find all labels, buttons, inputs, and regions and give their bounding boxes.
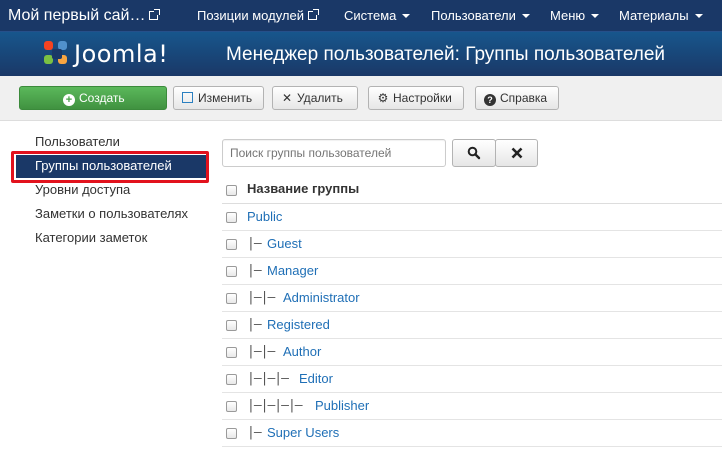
toolbar: + Создать Изменить ✕ Удалить ⚙ Настройки ? С… [0,76,722,121]
row-checkbox[interactable] [226,212,237,223]
table-row: |—|—|—|— Publisher [222,393,722,420]
clear-search-button[interactable] [495,139,538,167]
level-indent: |—|— [247,290,275,305]
nav-item-label: Материалы [619,8,689,23]
nav-item-content[interactable]: Материалы [619,0,703,31]
table-header: Название группы [222,177,722,204]
settings-button-label: Настройки [393,91,452,105]
level-indent: |—|— [247,344,275,359]
nav-item-label: Меню [550,8,586,23]
delete-button[interactable]: ✕ Удалить [272,86,358,110]
sidebar-item-access-levels[interactable]: Уровни доступа [35,180,130,200]
sidebar-item-users[interactable]: Пользователи [35,132,120,152]
gear-icon: ⚙ [377,91,389,105]
close-icon [511,147,522,159]
level-indent: |— [247,317,262,332]
nav-item-system[interactable]: Система [344,0,411,31]
level-indent: |— [247,263,262,278]
table-row: |— Manager [222,258,722,285]
row-checkbox[interactable] [226,401,237,412]
nav-item-menu[interactable]: Меню [550,0,600,31]
help-button[interactable]: ? Справка [475,86,559,110]
nav-item-label: Позиции модулей [197,8,304,23]
table-row: |—|— Author [222,339,722,366]
plus-circle-icon: + [63,94,75,106]
group-name-link[interactable]: Registered [267,317,330,332]
group-name-link[interactable]: Administrator [283,290,360,305]
page-title: Менеджер пользователей: Группы пользоват… [226,44,666,65]
group-name-link[interactable]: Editor [299,371,333,386]
group-name-link[interactable]: Super Users [267,425,339,440]
level-indent: |—|—|— [247,371,289,386]
search-input[interactable] [222,139,446,167]
external-link-icon [308,9,319,20]
row-checkbox[interactable] [226,374,237,385]
group-name-link[interactable]: Publisher [315,398,369,413]
column-header-group-name[interactable]: Название группы [247,181,359,196]
site-name-link[interactable]: Мой первый сай… [8,0,161,31]
site-name: Мой первый сай… [8,7,146,24]
page-header: Joomla! Менеджер пользователей: Группы п… [0,31,722,76]
top-navbar: Мой первый сай… Позиции модулей Система … [0,0,722,31]
external-link-icon [149,9,161,20]
group-name-link[interactable]: Manager [267,263,318,278]
sidebar-item-note-categories[interactable]: Категории заметок [35,228,147,248]
delete-x-icon: ✕ [281,91,293,105]
row-checkbox[interactable] [226,320,237,331]
table-row: |— Registered [222,312,722,339]
search-icon [467,146,481,160]
create-button-label: Создать [79,91,125,105]
logo-text: Joomla! [74,40,169,68]
sidebar-item-user-notes[interactable]: Заметки о пользователях [35,204,188,224]
table-row: |—|—|— Editor [222,366,722,393]
caret-down-icon [591,14,600,18]
row-checkbox[interactable] [226,347,237,358]
highlight-annotation [11,151,209,183]
group-name-link[interactable]: Guest [267,236,302,251]
caret-down-icon [694,14,703,18]
level-indent: |— [247,425,262,440]
table-row: |—|— Administrator [222,285,722,312]
joomla-logo-icon [44,41,70,67]
joomla-logo[interactable]: Joomla! [44,40,168,68]
group-name-link[interactable]: Author [283,344,321,359]
nav-item-label: Пользователи [431,8,516,23]
select-all-checkbox[interactable] [226,185,237,196]
group-name-link[interactable]: Public [247,209,282,224]
edit-icon [182,92,193,103]
edit-button-label: Изменить [198,91,253,105]
nav-item-module-positions[interactable]: Позиции модулей [197,0,319,31]
create-button[interactable]: + Создать [19,86,167,110]
question-circle-icon: ? [484,94,496,106]
caret-down-icon [521,14,530,18]
table-row: Public [222,204,722,231]
edit-button[interactable]: Изменить [173,86,264,110]
help-button-label: Справка [500,91,548,105]
caret-down-icon [402,14,411,18]
nav-item-label: Система [344,8,397,23]
delete-button-label: Удалить [297,91,343,105]
table-row: |— Guest [222,231,722,258]
row-checkbox[interactable] [226,239,237,250]
row-checkbox[interactable] [226,266,237,277]
row-checkbox[interactable] [226,428,237,439]
level-indent: |—|—|—|— [247,398,303,413]
level-indent: |— [247,236,262,251]
row-checkbox[interactable] [226,293,237,304]
search-button[interactable] [452,139,496,167]
table-row: |— Super Users [222,420,722,447]
nav-item-users[interactable]: Пользователи [431,0,530,31]
settings-button[interactable]: ⚙ Настройки [368,86,464,110]
